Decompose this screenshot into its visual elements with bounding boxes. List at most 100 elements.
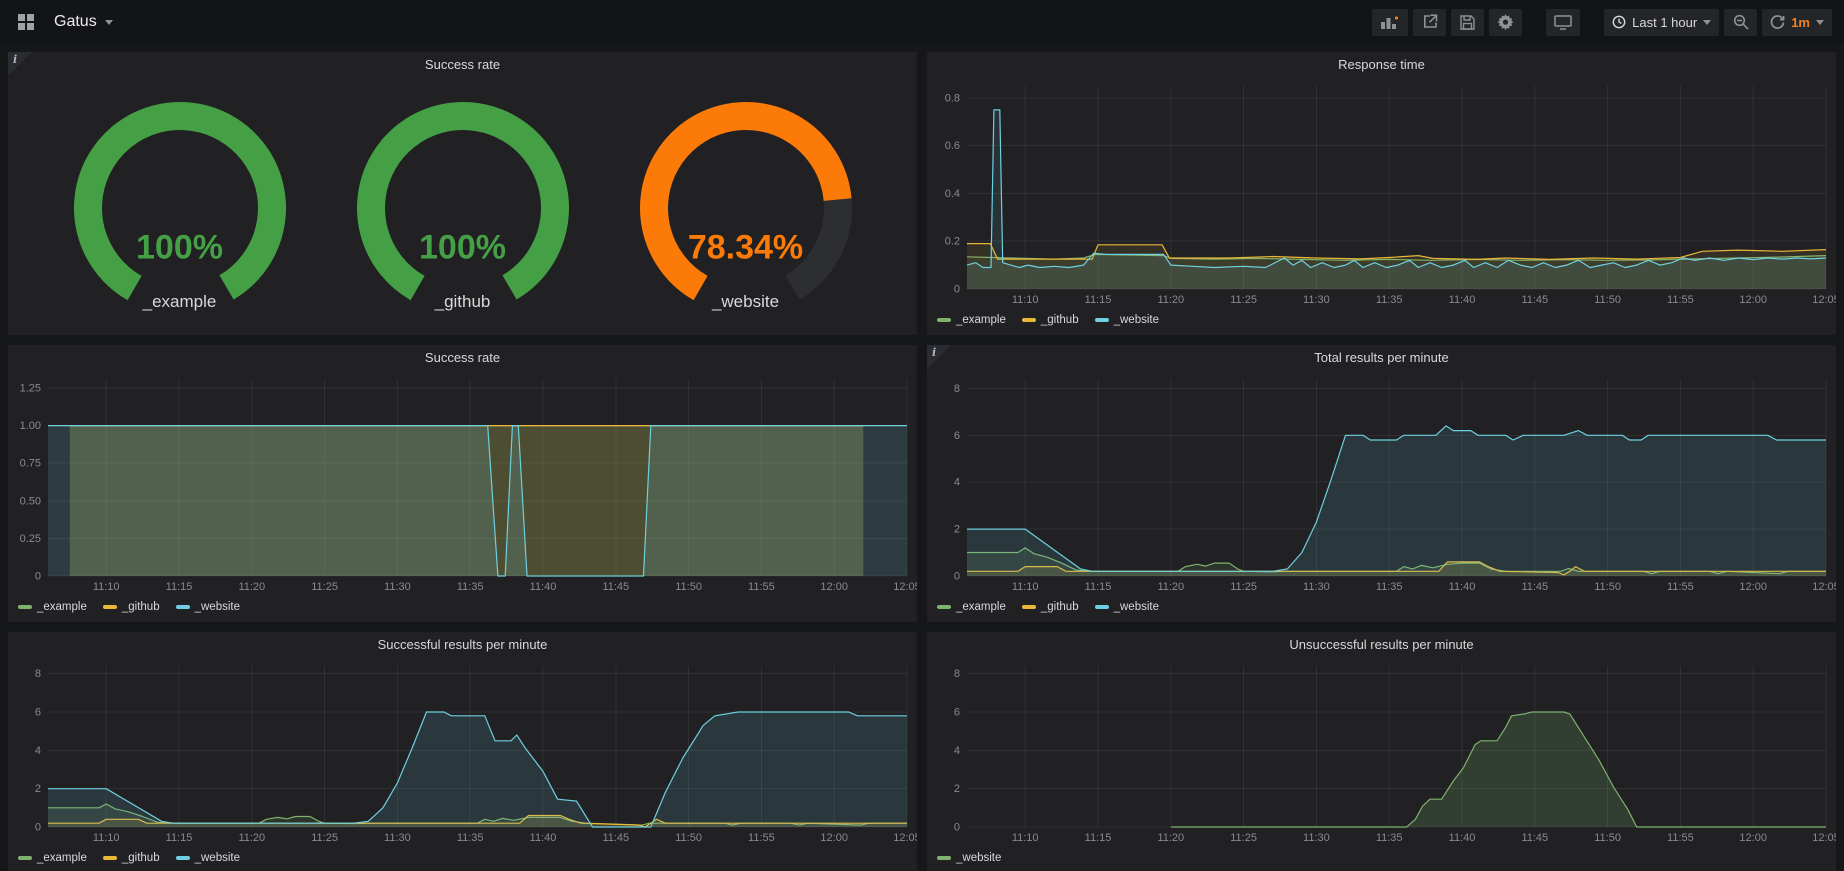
panel-title[interactable]: Success rate [8,345,917,371]
svg-text:12:00: 12:00 [820,581,848,593]
svg-text:12:00: 12:00 [1739,832,1767,844]
settings-button[interactable] [1489,9,1522,36]
dashboard-title-dropdown[interactable]: Gatus [54,13,113,31]
gauge-arc [50,100,310,314]
svg-text:12:05: 12:05 [893,832,917,844]
legend-item[interactable]: _website [176,852,240,864]
svg-text:11:25: 11:25 [1230,294,1257,306]
legend-item[interactable]: _example [18,601,87,613]
legend-swatch [937,318,951,322]
info-corner-icon[interactable]: i [8,52,32,76]
legend-swatch [176,856,190,860]
legend-label: _website [1114,601,1159,613]
legend-item[interactable]: _example [18,852,87,864]
gauge-label: _example [45,292,315,312]
legend-item[interactable]: _example [937,314,1006,326]
info-corner-icon[interactable]: i [927,345,951,369]
panel-title[interactable]: Unsuccessful results per minute [927,632,1836,658]
svg-text:11:10: 11:10 [93,832,120,844]
svg-text:8: 8 [954,383,960,395]
gauge-_website: 78.34%_website [611,100,881,314]
unsuccessful-results-chart[interactable]: 0246811:1011:1511:2011:2511:3011:3511:40… [927,658,1836,847]
svg-text:12:00: 12:00 [1739,581,1767,593]
panel-title[interactable]: Success rate [8,52,917,78]
add-panel-button[interactable] [1372,9,1408,36]
svg-text:6: 6 [35,707,41,719]
panel-title[interactable]: Response time [927,52,1836,78]
legend-item[interactable]: _website [176,601,240,613]
legend-label: _github [122,601,160,613]
svg-text:12:05: 12:05 [1812,294,1836,306]
svg-text:11:15: 11:15 [166,832,193,844]
panel-total-results: i Total results per minute 0246811:1011:… [927,345,1836,622]
legend-label: _example [956,601,1006,613]
svg-text:11:40: 11:40 [1449,581,1476,593]
svg-text:11:30: 11:30 [384,581,411,593]
legend-label: _example [37,601,87,613]
svg-text:2: 2 [35,783,41,795]
panel-unsuccessful-results: Unsuccessful results per minute 0246811:… [927,632,1836,871]
svg-text:11:40: 11:40 [1449,832,1476,844]
response-time-chart[interactable]: 00.20.40.60.811:1011:1511:2011:2511:3011… [927,78,1836,309]
svg-text:0: 0 [954,571,960,583]
legend-item[interactable]: _github [103,852,160,864]
legend-item[interactable]: _website [1095,314,1159,326]
legend-label: _github [1041,314,1079,326]
svg-text:6: 6 [954,707,960,719]
svg-text:11:50: 11:50 [1594,294,1621,306]
svg-text:11:55: 11:55 [1667,581,1694,593]
share-button[interactable] [1413,9,1446,36]
total-results-chart[interactable]: 0246811:1011:1511:2011:2511:3011:3511:40… [927,371,1836,596]
svg-text:11:20: 11:20 [238,581,265,593]
svg-text:4: 4 [954,477,960,489]
panel-title[interactable]: Successful results per minute [8,632,917,658]
svg-text:11:45: 11:45 [602,581,629,593]
svg-text:12:00: 12:00 [820,832,848,844]
success-rate-chart[interactable]: 00.250.500.751.001.2511:1011:1511:2011:2… [8,371,917,596]
dashboards-grid-icon[interactable] [12,8,40,36]
svg-text:6: 6 [954,430,960,442]
svg-text:11:35: 11:35 [1376,581,1403,593]
svg-text:11:50: 11:50 [675,581,702,593]
legend-item[interactable]: _github [103,601,160,613]
svg-text:11:55: 11:55 [1667,832,1694,844]
svg-text:8: 8 [954,668,960,680]
cycle-view-button[interactable] [1546,9,1580,36]
svg-text:11:30: 11:30 [1303,581,1330,593]
legend-item[interactable]: _website [1095,601,1159,613]
save-button[interactable] [1451,9,1484,36]
svg-text:11:25: 11:25 [1230,581,1257,593]
svg-text:11:25: 11:25 [311,581,338,593]
add-panel-icon [1380,14,1400,30]
chart-legend: _example _github _website [8,596,917,622]
svg-text:4: 4 [35,745,41,757]
svg-text:11:10: 11:10 [1012,832,1039,844]
svg-text:11:45: 11:45 [1521,581,1548,593]
svg-text:11:50: 11:50 [675,832,702,844]
zoom-out-button[interactable] [1724,9,1757,36]
legend-label: _example [956,314,1006,326]
legend-item[interactable]: _github [1022,601,1079,613]
svg-text:11:30: 11:30 [1303,832,1330,844]
svg-text:11:15: 11:15 [1085,581,1112,593]
legend-swatch [937,605,951,609]
legend-item[interactable]: _example [937,601,1006,613]
panel-title[interactable]: Total results per minute [927,345,1836,371]
svg-text:11:45: 11:45 [1521,832,1548,844]
chart-legend: _example _github _website [8,847,917,871]
svg-text:0.2: 0.2 [945,236,960,248]
legend-item[interactable]: _github [1022,314,1079,326]
panel-response-time: Response time 00.20.40.60.811:1011:1511:… [927,52,1836,335]
legend-item[interactable]: _website [937,852,1001,864]
successful-results-chart[interactable]: 0246811:1011:1511:2011:2511:3011:3511:40… [8,658,917,847]
svg-text:2: 2 [954,524,960,536]
legend-swatch [103,605,117,609]
svg-text:11:15: 11:15 [1085,294,1112,306]
legend-label: _example [37,852,87,864]
svg-text:12:00: 12:00 [1739,294,1767,306]
time-range-button[interactable]: Last 1 hour [1604,9,1719,36]
svg-text:0.75: 0.75 [20,458,41,470]
panel-success-rate-gauges: i Success rate 100%_example100%_github78… [8,52,917,335]
svg-text:1.25: 1.25 [20,383,41,395]
refresh-button[interactable]: 1m [1762,9,1832,36]
